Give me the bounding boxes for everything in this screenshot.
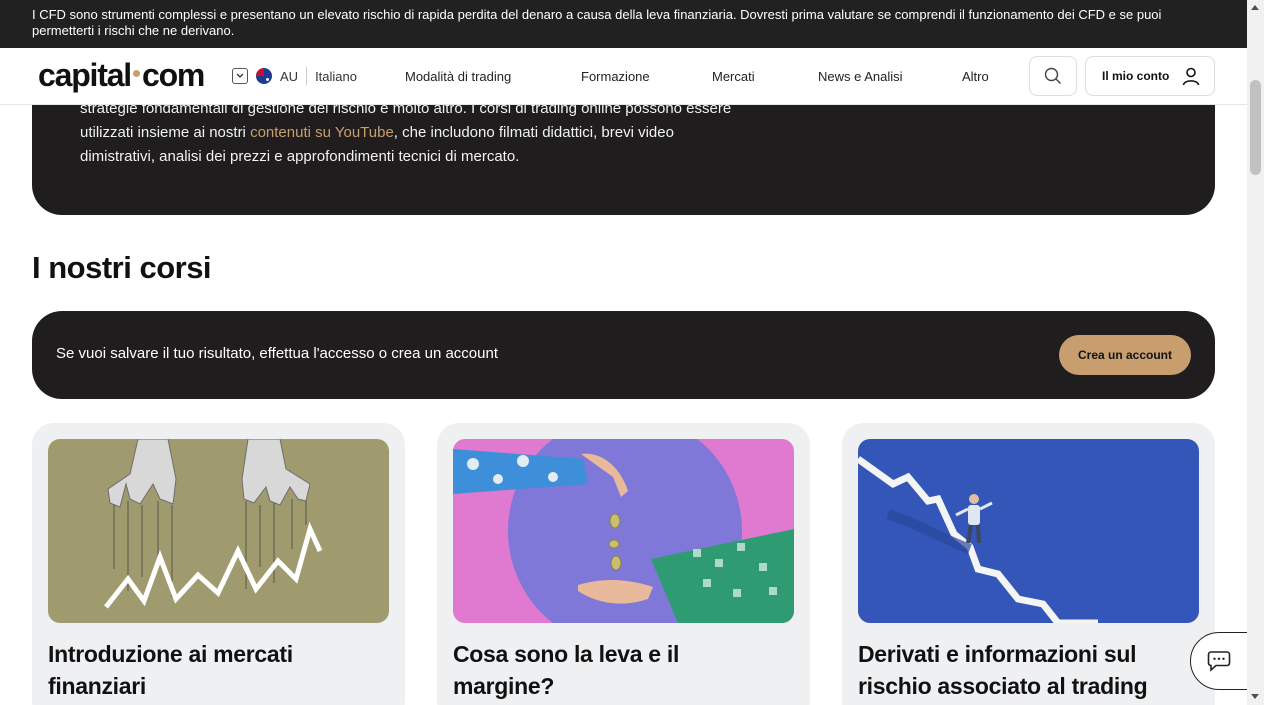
australia-flag-icon bbox=[256, 68, 272, 84]
my-account-button[interactable]: Il mio conto bbox=[1085, 56, 1215, 96]
risk-warning-bar: I CFD sono strumenti complessi e present… bbox=[0, 0, 1247, 48]
chat-icon bbox=[1207, 651, 1231, 672]
intro-line-2: utilizzati insieme ai nostri contenuti s… bbox=[80, 121, 800, 145]
nav-news-analysis[interactable]: News e Analisi bbox=[818, 69, 903, 84]
chevron-down-icon[interactable] bbox=[232, 68, 248, 84]
region-divider bbox=[306, 67, 308, 85]
page-scrollbar[interactable] bbox=[1247, 0, 1264, 705]
nav-markets[interactable]: Mercati bbox=[712, 69, 755, 84]
scroll-down-arrow-icon[interactable] bbox=[1251, 694, 1259, 699]
nav-trading-modes[interactable]: Modalità di trading bbox=[405, 69, 511, 84]
region-selector[interactable]: AU Italiano bbox=[232, 67, 357, 85]
nav-education[interactable]: Formazione bbox=[581, 69, 650, 84]
region-code: AU bbox=[280, 68, 299, 84]
scroll-thumb[interactable] bbox=[1250, 80, 1261, 175]
save-result-banner: Se vuoi salvare il tuo risultato, effett… bbox=[32, 311, 1215, 399]
my-account-label: Il mio conto bbox=[1102, 69, 1170, 83]
user-icon bbox=[1182, 67, 1200, 86]
language-selector[interactable]: Italiano bbox=[315, 69, 357, 84]
search-button[interactable] bbox=[1029, 56, 1077, 96]
nav-more[interactable]: Altro bbox=[962, 69, 989, 84]
capital-com-logo[interactable]: capital com bbox=[38, 57, 205, 94]
logo-left-text: capital bbox=[38, 57, 132, 93]
chat-button[interactable] bbox=[1190, 632, 1248, 690]
scroll-up-arrow-icon[interactable] bbox=[1251, 5, 1259, 10]
youtube-content-link[interactable]: contenuti su YouTube bbox=[250, 124, 394, 141]
section-title: I nostri corsi bbox=[32, 250, 212, 285]
save-result-text: Se vuoi salvare il tuo risultato, effett… bbox=[56, 345, 499, 362]
course-title[interactable]: Cosa sono la leva e il margine? bbox=[453, 638, 783, 702]
intro-line-2-end: , che includono filmati didattici, brevi… bbox=[393, 124, 674, 141]
man-on-falling-chart-image[interactable] bbox=[858, 439, 1199, 623]
course-card[interactable]: Introduzione ai mercati finanziari bbox=[32, 423, 405, 705]
logo-dot-icon bbox=[132, 70, 140, 78]
course-card[interactable]: Cosa sono la leva e il margine? bbox=[437, 423, 810, 705]
logo-right-text: com bbox=[141, 57, 205, 93]
coins-dropping-hands-image[interactable] bbox=[453, 439, 794, 623]
intro-paragraph: strategie fondamentali di gestione del r… bbox=[80, 97, 800, 169]
create-account-button[interactable]: Crea un account bbox=[1059, 335, 1191, 375]
course-card[interactable]: Derivati e informazioni sul rischio asso… bbox=[842, 423, 1215, 705]
intro-line-3: dimistrativi, analisi dei prezzi e appro… bbox=[80, 148, 520, 165]
course-title[interactable]: Derivati e informazioni sul rischio asso… bbox=[858, 638, 1188, 702]
page: I CFD sono strumenti complessi e present… bbox=[0, 0, 1264, 705]
intro-line-2-start: utilizzati insieme ai nostri bbox=[80, 124, 251, 141]
puppet-hands-chart-image[interactable] bbox=[48, 439, 389, 623]
search-icon bbox=[1044, 67, 1061, 84]
site-header: capital com AU Italiano Modalità di tradi… bbox=[0, 48, 1247, 105]
course-title[interactable]: Introduzione ai mercati finanziari bbox=[48, 638, 378, 702]
risk-warning-text: I CFD sono strumenti complessi e present… bbox=[32, 7, 1162, 38]
